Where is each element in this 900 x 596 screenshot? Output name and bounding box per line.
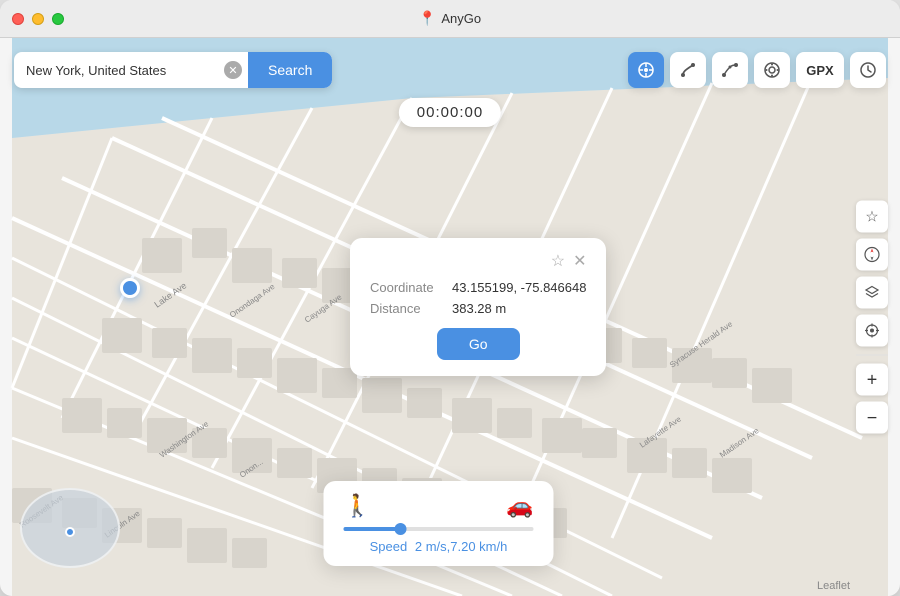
traffic-lights xyxy=(12,13,64,25)
popup-bookmark-button[interactable]: ☆ xyxy=(551,254,565,270)
popup-close-button[interactable]: ✕ xyxy=(573,254,586,270)
info-popup: ☆ ✕ Coordinate 43.155199, -75.846648 Dis… xyxy=(350,238,606,376)
minimize-button[interactable] xyxy=(32,13,44,25)
app-title: 📍 AnyGo xyxy=(419,10,481,27)
location-dot xyxy=(120,278,140,298)
speed-label: Speed 2 m/s,7.20 km/h xyxy=(344,539,534,554)
zoom-out-button[interactable]: − xyxy=(856,402,888,434)
coordinate-row: Coordinate 43.155199, -75.846648 xyxy=(370,280,586,295)
map-tools: GPX xyxy=(628,52,886,88)
maximize-button[interactable] xyxy=(52,13,64,25)
history-button[interactable] xyxy=(850,52,886,88)
app-window: 📍 AnyGo xyxy=(0,0,900,596)
bookmark-tool-button[interactable]: ☆ xyxy=(856,201,888,233)
go-button[interactable]: Go xyxy=(437,328,520,360)
compass-tool-button[interactable] xyxy=(856,239,888,271)
gpx-button[interactable]: GPX xyxy=(796,52,844,88)
map-container[interactable]: Lake Ave Onondaga Ave Cayuga Ave Oswego … xyxy=(0,38,900,596)
search-box[interactable]: ✕ Search xyxy=(14,52,332,88)
timer-badge: 00:00:00 xyxy=(399,98,501,127)
toolbar: ✕ Search xyxy=(14,52,886,88)
crosshair-tool-button[interactable] xyxy=(628,52,664,88)
mini-map-dot xyxy=(65,527,75,537)
right-tools: ☆ xyxy=(856,201,888,434)
search-button[interactable]: Search xyxy=(248,52,332,88)
single-route-button[interactable] xyxy=(670,52,706,88)
zoom-divider xyxy=(856,355,888,356)
zoom-in-button[interactable]: + xyxy=(856,364,888,396)
joystick-button[interactable] xyxy=(754,52,790,88)
leaflet-label: Leaflet xyxy=(817,580,850,592)
speed-control: 🚶 🚗 Speed 2 m/s,7.20 km/h xyxy=(324,481,554,566)
walk-icon: 🚶 xyxy=(344,493,371,519)
speed-slider-track[interactable] xyxy=(344,527,534,531)
popup-header: ☆ ✕ xyxy=(370,254,586,270)
speed-slider-fill xyxy=(344,527,401,531)
layers-tool-button[interactable] xyxy=(856,277,888,309)
search-input[interactable] xyxy=(14,63,224,78)
multi-route-button[interactable] xyxy=(712,52,748,88)
pin-icon: 📍 xyxy=(419,10,436,27)
speed-icons-row: 🚶 🚗 xyxy=(344,493,534,519)
speed-slider-thumb[interactable] xyxy=(395,523,407,535)
locate-tool-button[interactable] xyxy=(856,315,888,347)
close-button[interactable] xyxy=(12,13,24,25)
search-clear-button[interactable]: ✕ xyxy=(224,61,242,79)
car-icon: 🚗 xyxy=(506,493,533,519)
title-bar: 📍 AnyGo xyxy=(0,0,900,38)
distance-row: Distance 383.28 m xyxy=(370,301,586,316)
mini-map xyxy=(20,488,120,568)
